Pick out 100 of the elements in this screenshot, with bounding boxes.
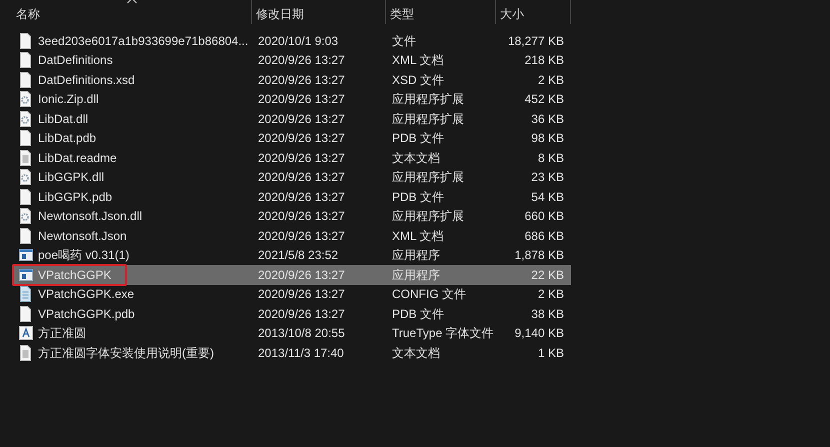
file-icon — [19, 306, 33, 322]
gear-file-icon — [19, 110, 33, 127]
file-icon — [19, 228, 33, 244]
file-row[interactable]: Newtonsoft.Json.dll 2020/9/26 13:27 应用程序扩展 660 KB — [12, 206, 571, 226]
modified-date: 2020/9/26 13:27 — [257, 208, 346, 226]
column-header[interactable]: 大小 — [496, 0, 571, 24]
app-window-icon — [19, 266, 33, 283]
file-size: 54 KB — [530, 188, 565, 206]
file-name: poe喝药 v0.31(1) — [38, 247, 130, 264]
file-name: LibDat.dll — [38, 110, 88, 128]
file-icon — [19, 188, 33, 205]
file-row[interactable]: VPatchGGPK.pdb 2020/9/26 13:27 PDB 文件 38 KB — [12, 304, 571, 324]
file-type: 应用程序扩展 — [391, 169, 465, 186]
file-icon — [19, 52, 33, 68]
file-size: 36 KB — [530, 110, 565, 128]
column-header[interactable]: 类型 — [386, 0, 496, 24]
file-type: PDB 文件 — [391, 130, 446, 148]
gear-file-icon — [19, 208, 33, 224]
modified-date: 2020/9/26 13:27 — [257, 286, 346, 304]
file-row[interactable]: LibDat.pdb 2020/9/26 13:27 PDB 文件 98 KB — [12, 128, 571, 148]
modified-date: 2013/10/8 20:55 — [257, 325, 346, 342]
modified-date: 2020/9/26 13:27 — [257, 52, 346, 70]
file-row[interactable]: VPatchGGPK 2020/9/26 13:27 应用程序 22 KB — [12, 265, 571, 284]
file-row[interactable]: VPatchGGPK.exe 2020/9/26 13:27 CONFIG 文件 2 KB — [12, 284, 571, 304]
modified-date: 2020/9/26 13:27 — [257, 110, 346, 128]
file-name: VPatchGGPK.pdb — [38, 306, 135, 323]
file-name: VPatchGGPK — [38, 266, 112, 284]
file-type: TrueType 字体文件 — [391, 325, 495, 342]
file-type: 应用程序 — [391, 266, 441, 284]
file-icon — [19, 130, 33, 146]
file-type: 应用程序扩展 — [391, 208, 465, 226]
file-type: 应用程序 — [391, 247, 441, 264]
file-name: LibDat.readme — [38, 150, 117, 167]
file-size: 1,878 KB — [514, 247, 565, 264]
file-name: 3eed203e6017a1b933699e71b86804... — [38, 32, 248, 50]
modified-date: 2021/5/8 23:52 — [257, 247, 340, 264]
file-row[interactable]: LibGGPK.dll 2020/9/26 13:27 应用程序扩展 23 KB — [12, 168, 571, 187]
gear-file-icon — [19, 169, 33, 186]
file-name: Newtonsoft.Json — [38, 228, 127, 245]
modified-date: 2020/9/26 13:27 — [257, 150, 346, 167]
file-type: XML 文档 — [391, 228, 445, 245]
file-icon — [19, 32, 33, 49]
column-header[interactable]: 修改日期 — [252, 0, 386, 24]
file-name: VPatchGGPK.exe — [38, 286, 134, 304]
text-file-icon — [19, 150, 33, 166]
file-size: 38 KB — [530, 306, 565, 323]
font-file-icon — [19, 325, 33, 342]
file-size: 2 KB — [536, 286, 565, 304]
file-name: LibGGPK.pdb — [38, 188, 112, 206]
file-row[interactable]: LibDat.readme 2020/9/26 13:27 文本文档 8 KB — [12, 148, 571, 168]
file-row[interactable]: LibDat.dll 2020/9/26 13:27 应用程序扩展 36 KB — [12, 109, 571, 128]
file-name: LibGGPK.dll — [38, 169, 104, 186]
file-name: 方正准圆 — [38, 325, 86, 342]
modified-date: 2020/10/1 9:03 — [257, 32, 340, 50]
file-row[interactable]: LibGGPK.pdb 2020/9/26 13:27 PDB 文件 54 KB — [12, 187, 571, 206]
file-row[interactable]: 方正准圆 2013/10/8 20:55 TrueType 字体文件 9,140 KB — [12, 324, 571, 343]
modified-date: 2020/9/26 13:27 — [257, 169, 346, 186]
file-type: PDB 文件 — [391, 306, 446, 323]
file-name: 方正准圆字体安装使用说明(重要) — [38, 344, 214, 362]
file-size: 22 KB — [530, 266, 565, 284]
config-file-icon — [19, 286, 33, 302]
file-size: 452 KB — [524, 91, 565, 108]
file-type: XML 文档 — [391, 52, 445, 70]
gear-file-icon — [19, 91, 33, 108]
file-row[interactable]: DatDefinitions 2020/9/26 13:27 XML 文档 218 KB — [12, 50, 571, 70]
file-row[interactable]: 3eed203e6017a1b933699e71b86804... 2020/10/1 9:03 文件 18,277 KB — [12, 31, 571, 50]
file-type: PDB 文件 — [391, 188, 446, 206]
file-row[interactable]: Newtonsoft.Json 2020/9/26 13:27 XML 文档 686 KB — [12, 226, 571, 246]
modified-date: 2020/9/26 13:27 — [257, 72, 346, 89]
file-size: 98 KB — [530, 130, 565, 148]
file-type: 文本文档 — [391, 344, 441, 362]
modified-date: 2013/11/3 17:40 — [257, 344, 345, 362]
file-row[interactable]: 方正准圆字体安装使用说明(重要) 2013/11/3 17:40 文本文档 1 KB — [12, 343, 571, 362]
modified-date: 2020/9/26 13:27 — [257, 188, 346, 206]
file-type: 文件 — [391, 32, 417, 50]
file-size: 18,277 KB — [506, 32, 565, 50]
modified-date: 2020/9/26 13:27 — [257, 91, 346, 108]
file-name: Ionic.Zip.dll — [38, 91, 99, 108]
column-header[interactable]: 名称 — [12, 0, 252, 24]
modified-date: 2020/9/26 13:27 — [257, 266, 346, 284]
file-type: XSD 文件 — [391, 72, 446, 89]
file-name: DatDefinitions.xsd — [38, 72, 135, 89]
file-name: LibDat.pdb — [38, 130, 96, 148]
modified-date: 2020/9/26 13:27 — [257, 228, 346, 245]
file-type: CONFIG 文件 — [391, 286, 467, 304]
file-size: 686 KB — [524, 228, 565, 245]
modified-date: 2020/9/26 13:27 — [257, 306, 346, 323]
file-size: 9,140 KB — [514, 325, 565, 342]
file-size: 218 KB — [524, 52, 565, 70]
file-row[interactable]: DatDefinitions.xsd 2020/9/26 13:27 XSD 文件 2 KB — [12, 70, 571, 90]
file-row[interactable]: Ionic.Zip.dll 2020/9/26 13:27 应用程序扩展 452 KB — [12, 90, 571, 109]
app-window-icon — [19, 247, 33, 264]
file-name: Newtonsoft.Json.dll — [38, 208, 142, 226]
file-type: 应用程序扩展 — [391, 91, 465, 108]
modified-date: 2020/9/26 13:27 — [257, 130, 346, 148]
file-row[interactable]: poe喝药 v0.31(1) 2021/5/8 23:52 应用程序 1,878 KB — [12, 246, 571, 265]
file-size: 2 KB — [536, 72, 565, 89]
file-type: 应用程序扩展 — [391, 110, 465, 128]
file-size: 1 KB — [536, 344, 565, 362]
file-type: 文本文档 — [391, 150, 441, 167]
